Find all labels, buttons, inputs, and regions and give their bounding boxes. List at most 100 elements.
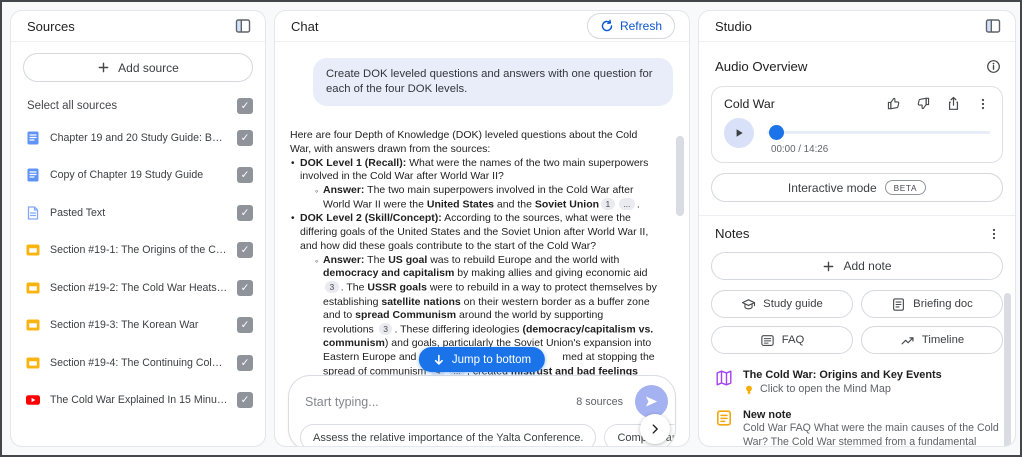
kebab-icon <box>976 97 990 111</box>
source-row[interactable]: Chapter 19 and 20 Study Guide: Beginnin.… <box>11 119 265 157</box>
bold-text: Answer: <box>323 184 364 196</box>
note-item[interactable]: The Cold War: Origins and Key EventsClic… <box>699 363 1015 403</box>
chat-input-row: Start typing... 8 sources <box>289 376 675 418</box>
source-row[interactable]: Section #19-1: The Origins of the Cold W… <box>11 232 265 270</box>
studio-panel-title: Studio <box>715 19 752 34</box>
panel-collapse-icon <box>235 18 251 34</box>
note-icon <box>715 409 733 427</box>
text: The two main superpowers involved in the… <box>364 184 633 196</box>
doc-outline-icon <box>25 205 41 221</box>
source-row[interactable]: Pasted Text <box>11 194 265 232</box>
add-note-label: Add note <box>843 259 891 273</box>
chat-response-line: revolutions 3. These differing ideologie… <box>290 323 669 337</box>
source-checkbox[interactable] <box>237 280 253 296</box>
source-row[interactable]: Copy of Chapter 19 Study Guide <box>11 157 265 195</box>
chat-input-container: Start typing... 8 sources Assess the rel… <box>288 375 676 447</box>
chat-scrollbar[interactable] <box>676 136 684 216</box>
citation-chip[interactable]: 1 <box>601 198 615 210</box>
notes-list: The Cold War: Origins and Key EventsClic… <box>699 363 1015 447</box>
text: According to the sources, what were the <box>442 212 631 224</box>
chat-input[interactable]: Start typing... <box>305 395 576 409</box>
study-guide-icon <box>741 297 756 312</box>
interactive-mode-button[interactable]: Interactive mode BETA <box>711 173 1003 202</box>
audio-player: 00:00 / 14:26 <box>724 118 990 155</box>
note-item[interactable]: New noteCold War FAQ What were the main … <box>699 403 1015 447</box>
bold-text: spread Communism <box>355 309 456 321</box>
source-label: Chapter 19 and 20 Study Guide: Beginnin.… <box>50 132 228 144</box>
collapse-studio-panel-button[interactable] <box>985 18 1001 34</box>
studio-action-timeline[interactable]: Timeline <box>861 326 1003 354</box>
audio-info-button[interactable] <box>986 59 1001 74</box>
thumbs-up-button[interactable] <box>886 96 901 111</box>
source-checkbox[interactable] <box>237 317 253 333</box>
source-label: Section #19-4: The Continuing Cold War <box>50 357 228 369</box>
source-label: Section #19-2: The Cold War Heats Up <box>50 282 228 294</box>
info-icon <box>986 59 1001 74</box>
list-bullet: ◦ <box>315 185 318 199</box>
studio-action-faq[interactable]: FAQ <box>711 326 853 354</box>
notes-header: Notes <box>699 216 1015 241</box>
share-button[interactable] <box>946 96 961 111</box>
suggestion-chip[interactable]: Assess the relative importance of the Ya… <box>300 424 596 447</box>
next-suggestions-button[interactable] <box>640 414 670 444</box>
text: . <box>637 198 640 210</box>
note-body: The Cold War: Origins and Key EventsClic… <box>743 368 942 397</box>
down-arrow-icon <box>433 354 445 366</box>
text: and the <box>494 198 535 210</box>
citation-chip[interactable]: 3 <box>379 323 393 335</box>
citation-chip[interactable]: ... <box>619 198 635 210</box>
note-description: Cold War FAQ What were the main causes o… <box>743 422 1001 447</box>
source-row[interactable]: Section #19-2: The Cold War Heats Up <box>11 269 265 307</box>
play-icon <box>733 127 745 139</box>
source-row[interactable]: Section #19-4: The Continuing Cold War <box>11 344 265 382</box>
chat-response-line: differing goals of the United States and… <box>290 226 669 240</box>
source-checkbox[interactable] <box>237 205 253 221</box>
audio-progress-track[interactable] <box>767 131 990 134</box>
send-button[interactable] <box>635 385 668 418</box>
studio-scrollbar[interactable] <box>1004 293 1011 447</box>
notebooklm-app: Sources Add source Select all sources Ch… <box>0 0 1022 457</box>
audio-progress-handle[interactable] <box>769 125 784 140</box>
bulb-icon <box>743 384 755 396</box>
source-checkbox[interactable] <box>237 167 253 183</box>
audio-menu-button[interactable] <box>976 97 990 111</box>
panel-collapse-icon <box>985 18 1001 34</box>
bold-text: Answer: <box>323 254 364 266</box>
source-row[interactable]: Section #19-3: The Korean War <box>11 307 265 345</box>
citation-chip[interactable]: 3 <box>325 281 339 293</box>
chat-response-line: War, with answers drawn from the sources… <box>290 143 669 157</box>
note-body: New noteCold War FAQ What were the main … <box>743 408 1001 447</box>
sources-panel-title: Sources <box>27 19 75 34</box>
text: involved in the Cold War after World War… <box>300 170 504 182</box>
notes-menu-button[interactable] <box>987 227 1001 241</box>
source-label: Section #19-3: The Korean War <box>50 319 228 331</box>
share-icon <box>946 96 961 111</box>
chat-response-line: and how did these goals contribute to th… <box>290 240 669 254</box>
jump-to-bottom-button[interactable]: Jump to bottom <box>419 347 545 372</box>
source-row[interactable]: The Cold War Explained In 15 Minutes | B… <box>11 382 265 420</box>
source-checkbox[interactable] <box>237 130 253 146</box>
audio-card-title: Cold War <box>724 97 886 111</box>
refresh-button[interactable]: Refresh <box>587 13 675 39</box>
add-note-button[interactable]: Add note <box>711 252 1003 280</box>
audio-time: 00:00 / 14:26 <box>771 144 990 155</box>
source-checkbox[interactable] <box>237 242 253 258</box>
chat-response-line: World War II were the United States and … <box>290 198 669 212</box>
jump-to-bottom-label: Jump to bottom <box>452 354 531 366</box>
studio-action-briefing-doc[interactable]: Briefing doc <box>861 290 1003 318</box>
notes-heading: Notes <box>715 226 749 241</box>
briefing-doc-icon <box>891 297 906 312</box>
chat-response-line: democracy and capitalism by making allie… <box>290 267 669 281</box>
source-checkbox[interactable] <box>237 392 253 408</box>
collapse-sources-panel-button[interactable] <box>235 18 251 34</box>
source-checkbox[interactable] <box>237 355 253 371</box>
thumbs-down-button[interactable] <box>916 96 931 111</box>
play-button[interactable] <box>724 118 754 148</box>
text: was to rebuild Europe and the world with <box>427 254 619 266</box>
bold-text: DOK Level 2 (Skill/Concept): <box>300 212 442 224</box>
studio-action-study-guide[interactable]: Study guide <box>711 290 853 318</box>
sources-panel: Sources Add source Select all sources Ch… <box>10 10 266 447</box>
add-source-button[interactable]: Add source <box>23 53 253 82</box>
bold-text: USSR goals <box>367 282 427 294</box>
select-all-checkbox[interactable] <box>237 98 253 114</box>
